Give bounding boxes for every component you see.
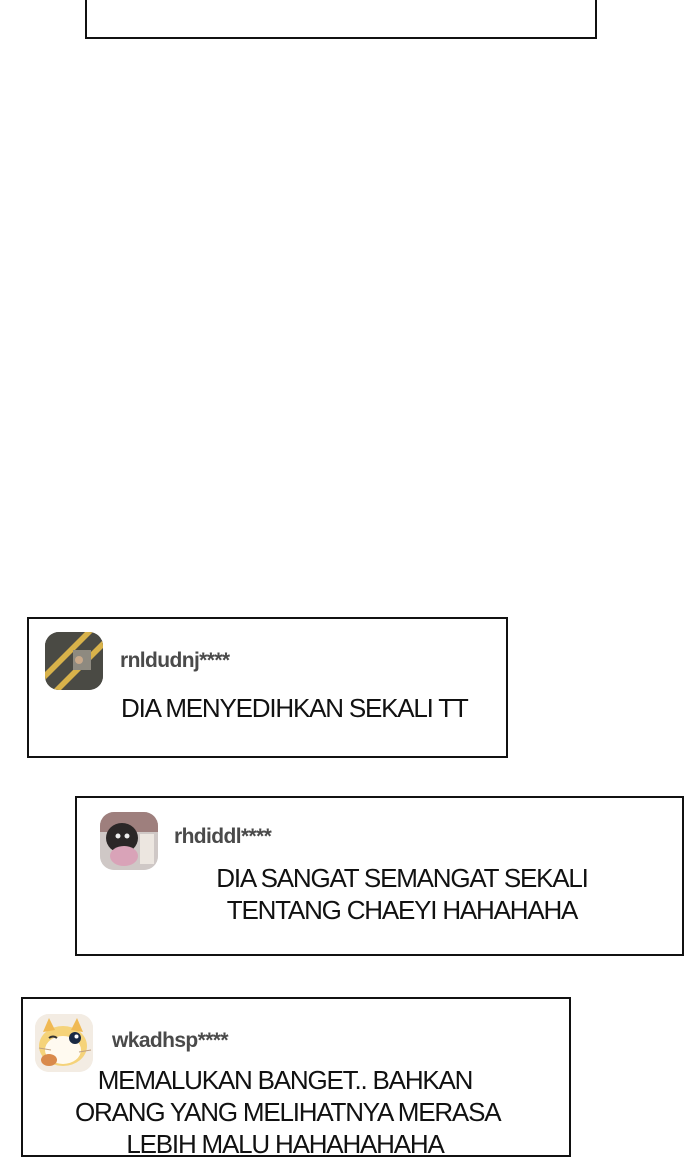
comment-card-3: wkadhsp**** MEMALUKAN BANGET.. BAHKAN OR… xyxy=(21,997,571,1160)
comment-line: ORANG YANG MELIHATNYA MERASA xyxy=(75,1097,502,1127)
comment-line: DIA MENYEDIHKAN SEKALI TT xyxy=(121,693,469,723)
comment-line: LEBIH MALU HAHAHAHAHA xyxy=(126,1129,444,1159)
striped-tape-photo-icon xyxy=(45,632,103,690)
comment-card-2: rhdiddl**** DIA SANGAT SEMANGAT SEKALI T… xyxy=(75,796,684,956)
comment-card-1: rnldudnj**** DIA MENYEDIHKAN SEKALI TT xyxy=(27,617,508,758)
comment-username: rnldudnj**** xyxy=(120,649,230,672)
comment-text: MEMALUKAN BANGET.. BAHKAN ORANG YANG MEL… xyxy=(75,1064,502,1160)
comment-line: TENTANG CHAEYI HAHAHAHA xyxy=(226,895,579,925)
comment-username: wkadhsp**** xyxy=(112,1029,229,1052)
avatar-2 xyxy=(100,812,158,870)
top-panel-frame xyxy=(85,0,597,39)
avatar-1 xyxy=(45,632,103,690)
comment-line: DIA SANGAT SEMANGAT SEKALI xyxy=(216,863,589,893)
dog-photo-icon xyxy=(100,812,158,870)
comment-text: DIA SANGAT SEMANGAT SEKALI TENTANG CHAEY… xyxy=(173,862,631,926)
comment-text: DIA MENYEDIHKAN SEKALI TT xyxy=(121,692,469,724)
comment-username: rhdiddl**** xyxy=(174,825,272,848)
comment-line: MEMALUKAN BANGET.. BAHKAN xyxy=(97,1065,474,1095)
